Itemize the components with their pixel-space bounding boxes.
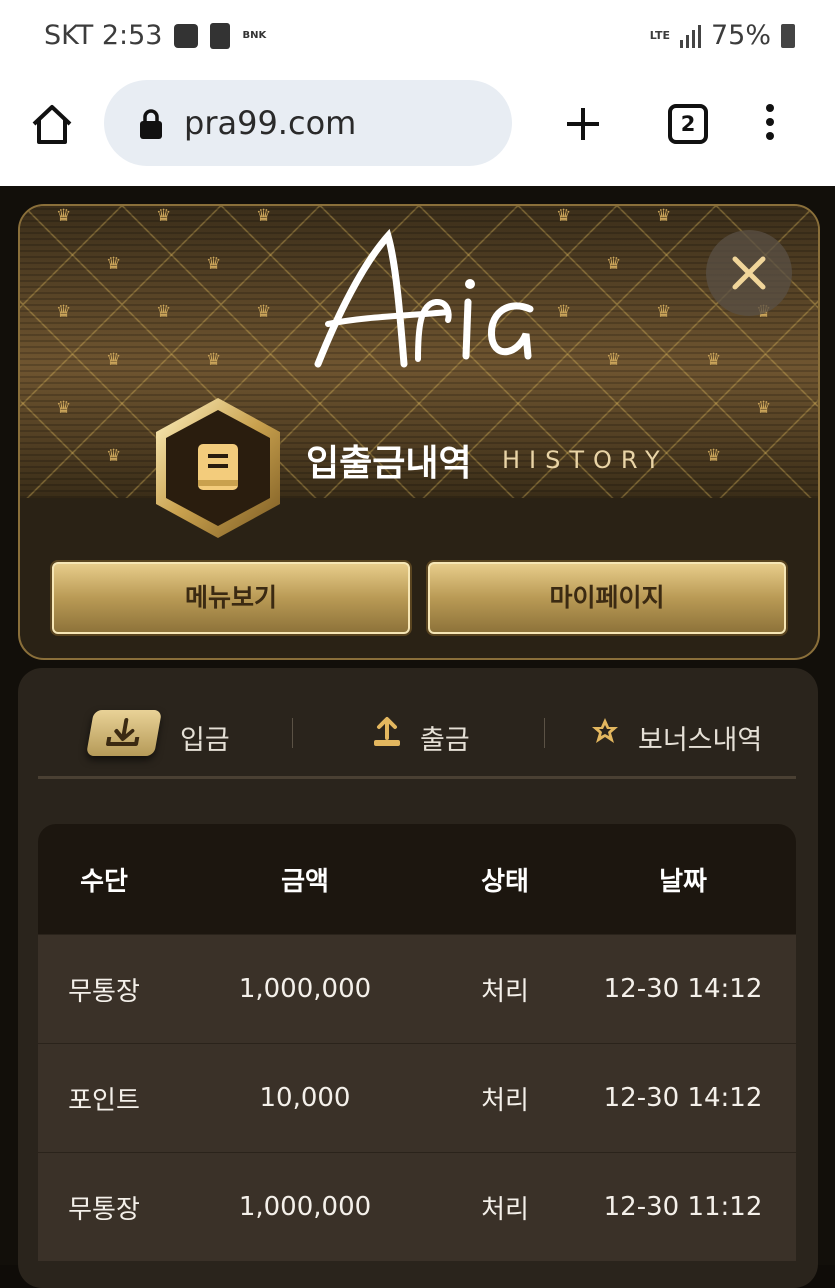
lte-indicator: LTE (649, 29, 670, 42)
new-tab-icon[interactable] (565, 106, 601, 142)
table-row: 무통장 1,000,000 처리 12-30 14:12 (38, 934, 796, 1043)
history-panel: 입금 출금 보너스내역 수단 금액 상태 날짜 무통장 1,000,000 처리… (18, 668, 818, 1288)
cell-method: 무통장 (68, 1194, 140, 1225)
cell-method: 포인트 (68, 1085, 140, 1116)
signal-icon (679, 24, 701, 48)
table-row: 포인트 10,000 처리 12-30 14:12 (38, 1043, 796, 1152)
history-book-badge (156, 398, 280, 538)
browser-toolbar: pra99.com 2 (0, 76, 835, 186)
mypage-button[interactable]: 마이페이지 (428, 562, 786, 634)
cell-status: 처리 (481, 1085, 529, 1116)
crown-icon: ♛ (56, 206, 72, 226)
page-title: 입출금내역 (306, 443, 472, 484)
crown-icon: ♛ (56, 398, 72, 418)
address-bar[interactable]: pra99.com (104, 80, 512, 166)
crown-icon: ♛ (556, 302, 572, 322)
cell-method: 무통장 (68, 976, 140, 1007)
crown-icon: ♛ (106, 254, 122, 274)
column-header-status: 상태 (481, 866, 529, 897)
battery-percent: 75% (710, 20, 771, 51)
crown-icon: ♛ (556, 206, 572, 226)
crown-icon: ♛ (106, 350, 122, 370)
download-icon (106, 718, 140, 746)
crown-icon: ♛ (256, 302, 272, 322)
status-left: SKT 2:53 BNK (44, 20, 266, 51)
tab-deposit[interactable]: 입금 (180, 718, 230, 757)
cell-date: 12-30 14:12 (603, 974, 763, 1004)
crown-icon: ♛ (156, 206, 172, 226)
tab-withdraw[interactable]: 출금 (420, 718, 470, 757)
crown-icon: ♛ (606, 254, 622, 274)
crown-icon: ♛ (706, 350, 722, 370)
tab-divider-line (38, 776, 796, 779)
crown-icon: ♛ (706, 446, 722, 466)
tab-divider (292, 718, 293, 748)
crown-icon: ♛ (756, 398, 772, 418)
table-header: 수단 금액 상태 날짜 (38, 824, 796, 934)
crown-icon: ♛ (656, 206, 672, 226)
bnk-bank-icon: BNK (242, 29, 267, 41)
crown-icon: ♛ (206, 350, 222, 370)
star-icon[interactable] (590, 716, 620, 746)
history-tabs: 입금 출금 보너스내역 (18, 708, 818, 760)
crown-icon: ♛ (256, 206, 272, 226)
more-menu-icon[interactable] (766, 104, 774, 146)
page-content: ♛ ♛ ♛ ♛ ♛ ♛ ♛ ♛ ♛ ♛ ♛ ♛ ♛ ♛ ♛ ♛ ♛ ♛ ♛ ♛ … (0, 186, 835, 1288)
home-icon[interactable] (30, 102, 74, 146)
cell-amount: 1,000,000 (238, 1192, 372, 1222)
cell-amount: 1,000,000 (238, 974, 372, 1004)
crown-icon: ♛ (156, 302, 172, 322)
lock-icon (140, 109, 162, 139)
aria-logo (314, 228, 534, 368)
menu-button[interactable]: 메뉴보기 (52, 562, 410, 634)
cell-date: 12-30 11:12 (603, 1192, 763, 1222)
tab-switcher-button[interactable]: 2 (668, 104, 708, 144)
tab-deposit-badge[interactable] (85, 710, 163, 756)
gallery-icon (174, 23, 199, 48)
upload-icon[interactable] (372, 716, 402, 748)
crown-icon: ♛ (106, 446, 122, 466)
b-app-icon (210, 22, 231, 49)
battery-icon (781, 23, 795, 48)
cell-date: 12-30 14:12 (603, 1083, 763, 1113)
crown-icon: ♛ (56, 302, 72, 322)
crown-icon: ♛ (206, 254, 222, 274)
column-header-date: 날짜 (659, 866, 707, 897)
close-icon (732, 256, 766, 290)
page-subtitle: HISTORY (502, 446, 669, 474)
cell-status: 처리 (481, 1194, 529, 1225)
url-text: pra99.com (184, 104, 357, 142)
history-header-card: ♛ ♛ ♛ ♛ ♛ ♛ ♛ ♛ ♛ ♛ ♛ ♛ ♛ ♛ ♛ ♛ ♛ ♛ ♛ ♛ … (18, 204, 820, 660)
cell-amount: 10,000 (259, 1083, 351, 1113)
column-header-amount: 금액 (281, 866, 329, 897)
crown-icon: ♛ (606, 350, 622, 370)
tab-bonus[interactable]: 보너스내역 (638, 718, 762, 757)
status-right: LTE 75% (650, 20, 795, 51)
close-button[interactable] (706, 230, 792, 316)
history-table: 수단 금액 상태 날짜 무통장 1,000,000 처리 12-30 14:12… (38, 824, 796, 1261)
cell-status: 처리 (481, 976, 529, 1007)
status-bar: SKT 2:53 BNK LTE 75% (0, 0, 835, 76)
table-row: 무통장 1,000,000 처리 12-30 11:12 (38, 1152, 796, 1261)
book-icon (198, 444, 238, 490)
column-header-method: 수단 (80, 866, 128, 897)
carrier-time: SKT 2:53 (44, 20, 163, 51)
tab-divider (544, 718, 545, 748)
crown-icon: ♛ (656, 302, 672, 322)
